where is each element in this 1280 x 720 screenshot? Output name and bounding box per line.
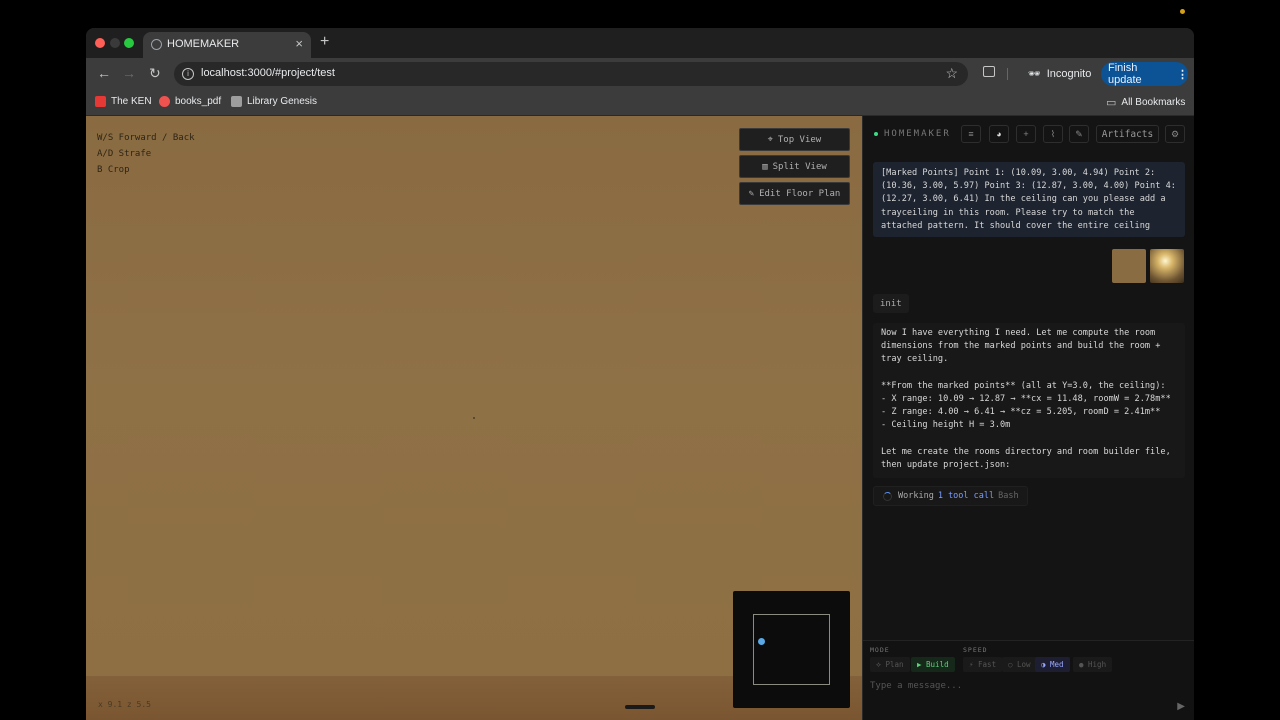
finish-update-button[interactable]: Finish update ⋮ — [1101, 62, 1188, 86]
speed-med-button[interactable]: ◑ Med — [1035, 657, 1070, 672]
incognito-label: Incognito — [1046, 68, 1092, 80]
attach-icon[interactable]: ⌇ — [1043, 125, 1063, 143]
composer: MODE ⟡ Plan ▶ Build SPEED ⚡ Fast ○ Low ◑… — [863, 640, 1194, 720]
pencil-icon: ✎ — [748, 188, 755, 199]
speed-high-button[interactable]: ● High — [1073, 657, 1113, 672]
attachment-thumbnail[interactable] — [1112, 249, 1146, 283]
tool-name: Bash — [998, 491, 1019, 501]
finish-update-label: Finish update — [1108, 62, 1142, 86]
tab-strip: HOMEMAKER × + — [86, 28, 1194, 58]
clock-icon[interactable]: ◕ — [989, 125, 1009, 143]
toolbar-divider — [1007, 68, 1008, 80]
mode-label: MODE — [870, 646, 890, 654]
hint-forward-back: W/S Forward / Back — [97, 133, 195, 143]
all-bookmarks-label: All Bookmarks — [1121, 97, 1186, 108]
working-label: Working — [898, 491, 934, 501]
message-input[interactable]: Type a message... — [870, 681, 1170, 691]
mode-plan-button[interactable]: ⟡ Plan — [870, 657, 910, 672]
split-icon: ▥ — [762, 161, 768, 172]
notification-dot — [1180, 9, 1185, 14]
add-icon[interactable]: + — [1016, 125, 1036, 143]
split-view-label: Split View — [772, 161, 827, 172]
bookmark-star-icon[interactable]: ☆ — [945, 65, 958, 82]
speed-low-button[interactable]: ○ Low — [1002, 657, 1037, 672]
spinner-icon — [883, 492, 892, 501]
controls-hints: W/S Forward / Back A/D Strafe B Crop — [97, 130, 195, 178]
tab-homemaker[interactable]: HOMEMAKER × — [143, 32, 311, 58]
user-message: [Marked Points] Point 1: (10.09, 3.00, 4… — [873, 162, 1185, 237]
panel-header: HOMEMAKER ≡ ◕ + ⌇ ✎ Artifacts ⚙ — [863, 116, 1194, 152]
cast-icon[interactable] — [983, 66, 995, 77]
top-view-label: Top View — [777, 134, 822, 145]
minimap-room-outline — [753, 614, 830, 685]
menu-icon[interactable]: ≡ — [961, 125, 981, 143]
edit-icon[interactable]: ✎ — [1069, 125, 1089, 143]
working-status[interactable]: Working 1 tool call Bash — [873, 486, 1028, 506]
top-view-button[interactable]: ⌖ Top View — [739, 128, 850, 151]
back-icon[interactable]: ← — [97, 65, 111, 81]
browser-toolbar: ← → ↻ i localhost:3000/#project/test ☆ 🕶… — [86, 58, 1194, 90]
mode-build-button[interactable]: ▶ Build — [911, 657, 955, 672]
assistant-message: Now I have everything I need. Let me com… — [873, 323, 1185, 478]
panel-brand: HOMEMAKER — [884, 129, 951, 139]
hint-strafe: A/D Strafe — [97, 149, 152, 159]
ken-icon — [95, 96, 106, 107]
globe-icon — [151, 39, 162, 50]
folder-icon: ▭ — [1106, 97, 1117, 109]
tab-title: HOMEMAKER — [167, 38, 240, 50]
books-icon — [159, 96, 170, 107]
site-info-icon[interactable]: i — [182, 68, 194, 80]
tool-call-count: 1 tool call — [937, 491, 995, 501]
browser-window: HOMEMAKER × + ← → ↻ i localhost:3000/#pr… — [86, 28, 1194, 720]
incognito-icon: 🕶 — [1028, 68, 1041, 80]
status-dot — [874, 132, 878, 136]
crosshair — [473, 417, 475, 419]
close-window-button[interactable] — [95, 38, 105, 48]
forward-icon[interactable]: → — [122, 65, 136, 81]
bookmarks-bar: The KEN books_pdf Library Genesis ▭ All … — [86, 90, 1194, 116]
minimap-player-marker — [758, 638, 765, 645]
edit-floor-plan-button[interactable]: ✎ Edit Floor Plan — [739, 182, 850, 205]
url-text: localhost:3000/#project/test — [201, 67, 335, 79]
reload-icon[interactable]: ↻ — [149, 65, 161, 82]
speed-fast-button[interactable]: ⚡ Fast — [963, 657, 1003, 672]
bookmark-label: Library Genesis — [247, 96, 318, 107]
bookmark-books-pdf[interactable]: books_pdf — [159, 96, 221, 107]
compass-icon: ⌖ — [767, 134, 773, 145]
close-tab-icon[interactable]: × — [295, 36, 303, 51]
scroll-handle[interactable] — [625, 705, 655, 709]
send-icon[interactable]: ▶ — [1177, 701, 1185, 712]
maximize-window-button[interactable] — [124, 38, 134, 48]
menu-dots-icon[interactable]: ⋮ — [1177, 68, 1188, 81]
attachment-thumbnail[interactable] — [1150, 249, 1184, 283]
new-tab-button[interactable]: + — [320, 33, 329, 51]
bookmark-the-ken[interactable]: The KEN — [95, 96, 152, 107]
init-badge: init — [873, 294, 909, 313]
minimize-window-button[interactable] — [110, 38, 120, 48]
bookmark-library-genesis[interactable]: Library Genesis — [231, 96, 317, 107]
split-view-button[interactable]: ▥ Split View — [739, 155, 850, 178]
bookmark-label: The KEN — [111, 96, 152, 107]
edit-floor-plan-label: Edit Floor Plan — [759, 188, 841, 199]
hint-crop: B Crop — [97, 165, 130, 175]
settings-icon[interactable]: ⚙ — [1165, 125, 1185, 143]
minimap[interactable] — [733, 591, 850, 708]
bookmark-label: books_pdf — [175, 96, 222, 107]
address-bar[interactable]: i localhost:3000/#project/test ☆ — [174, 62, 968, 86]
speed-label: SPEED — [963, 646, 988, 654]
incognito-indicator[interactable]: 🕶 Incognito — [1020, 62, 1099, 86]
all-bookmarks[interactable]: ▭ All Bookmarks — [1106, 96, 1185, 109]
library-icon — [231, 96, 242, 107]
artifacts-button[interactable]: Artifacts — [1096, 125, 1159, 143]
chat-panel: HOMEMAKER ≡ ◕ + ⌇ ✎ Artifacts ⚙ [Marked … — [862, 116, 1194, 720]
position-readout: x 9.1 z 5.5 — [98, 700, 151, 709]
3d-viewport[interactable]: W/S Forward / Back A/D Strafe B Crop ⌖ T… — [86, 116, 862, 720]
